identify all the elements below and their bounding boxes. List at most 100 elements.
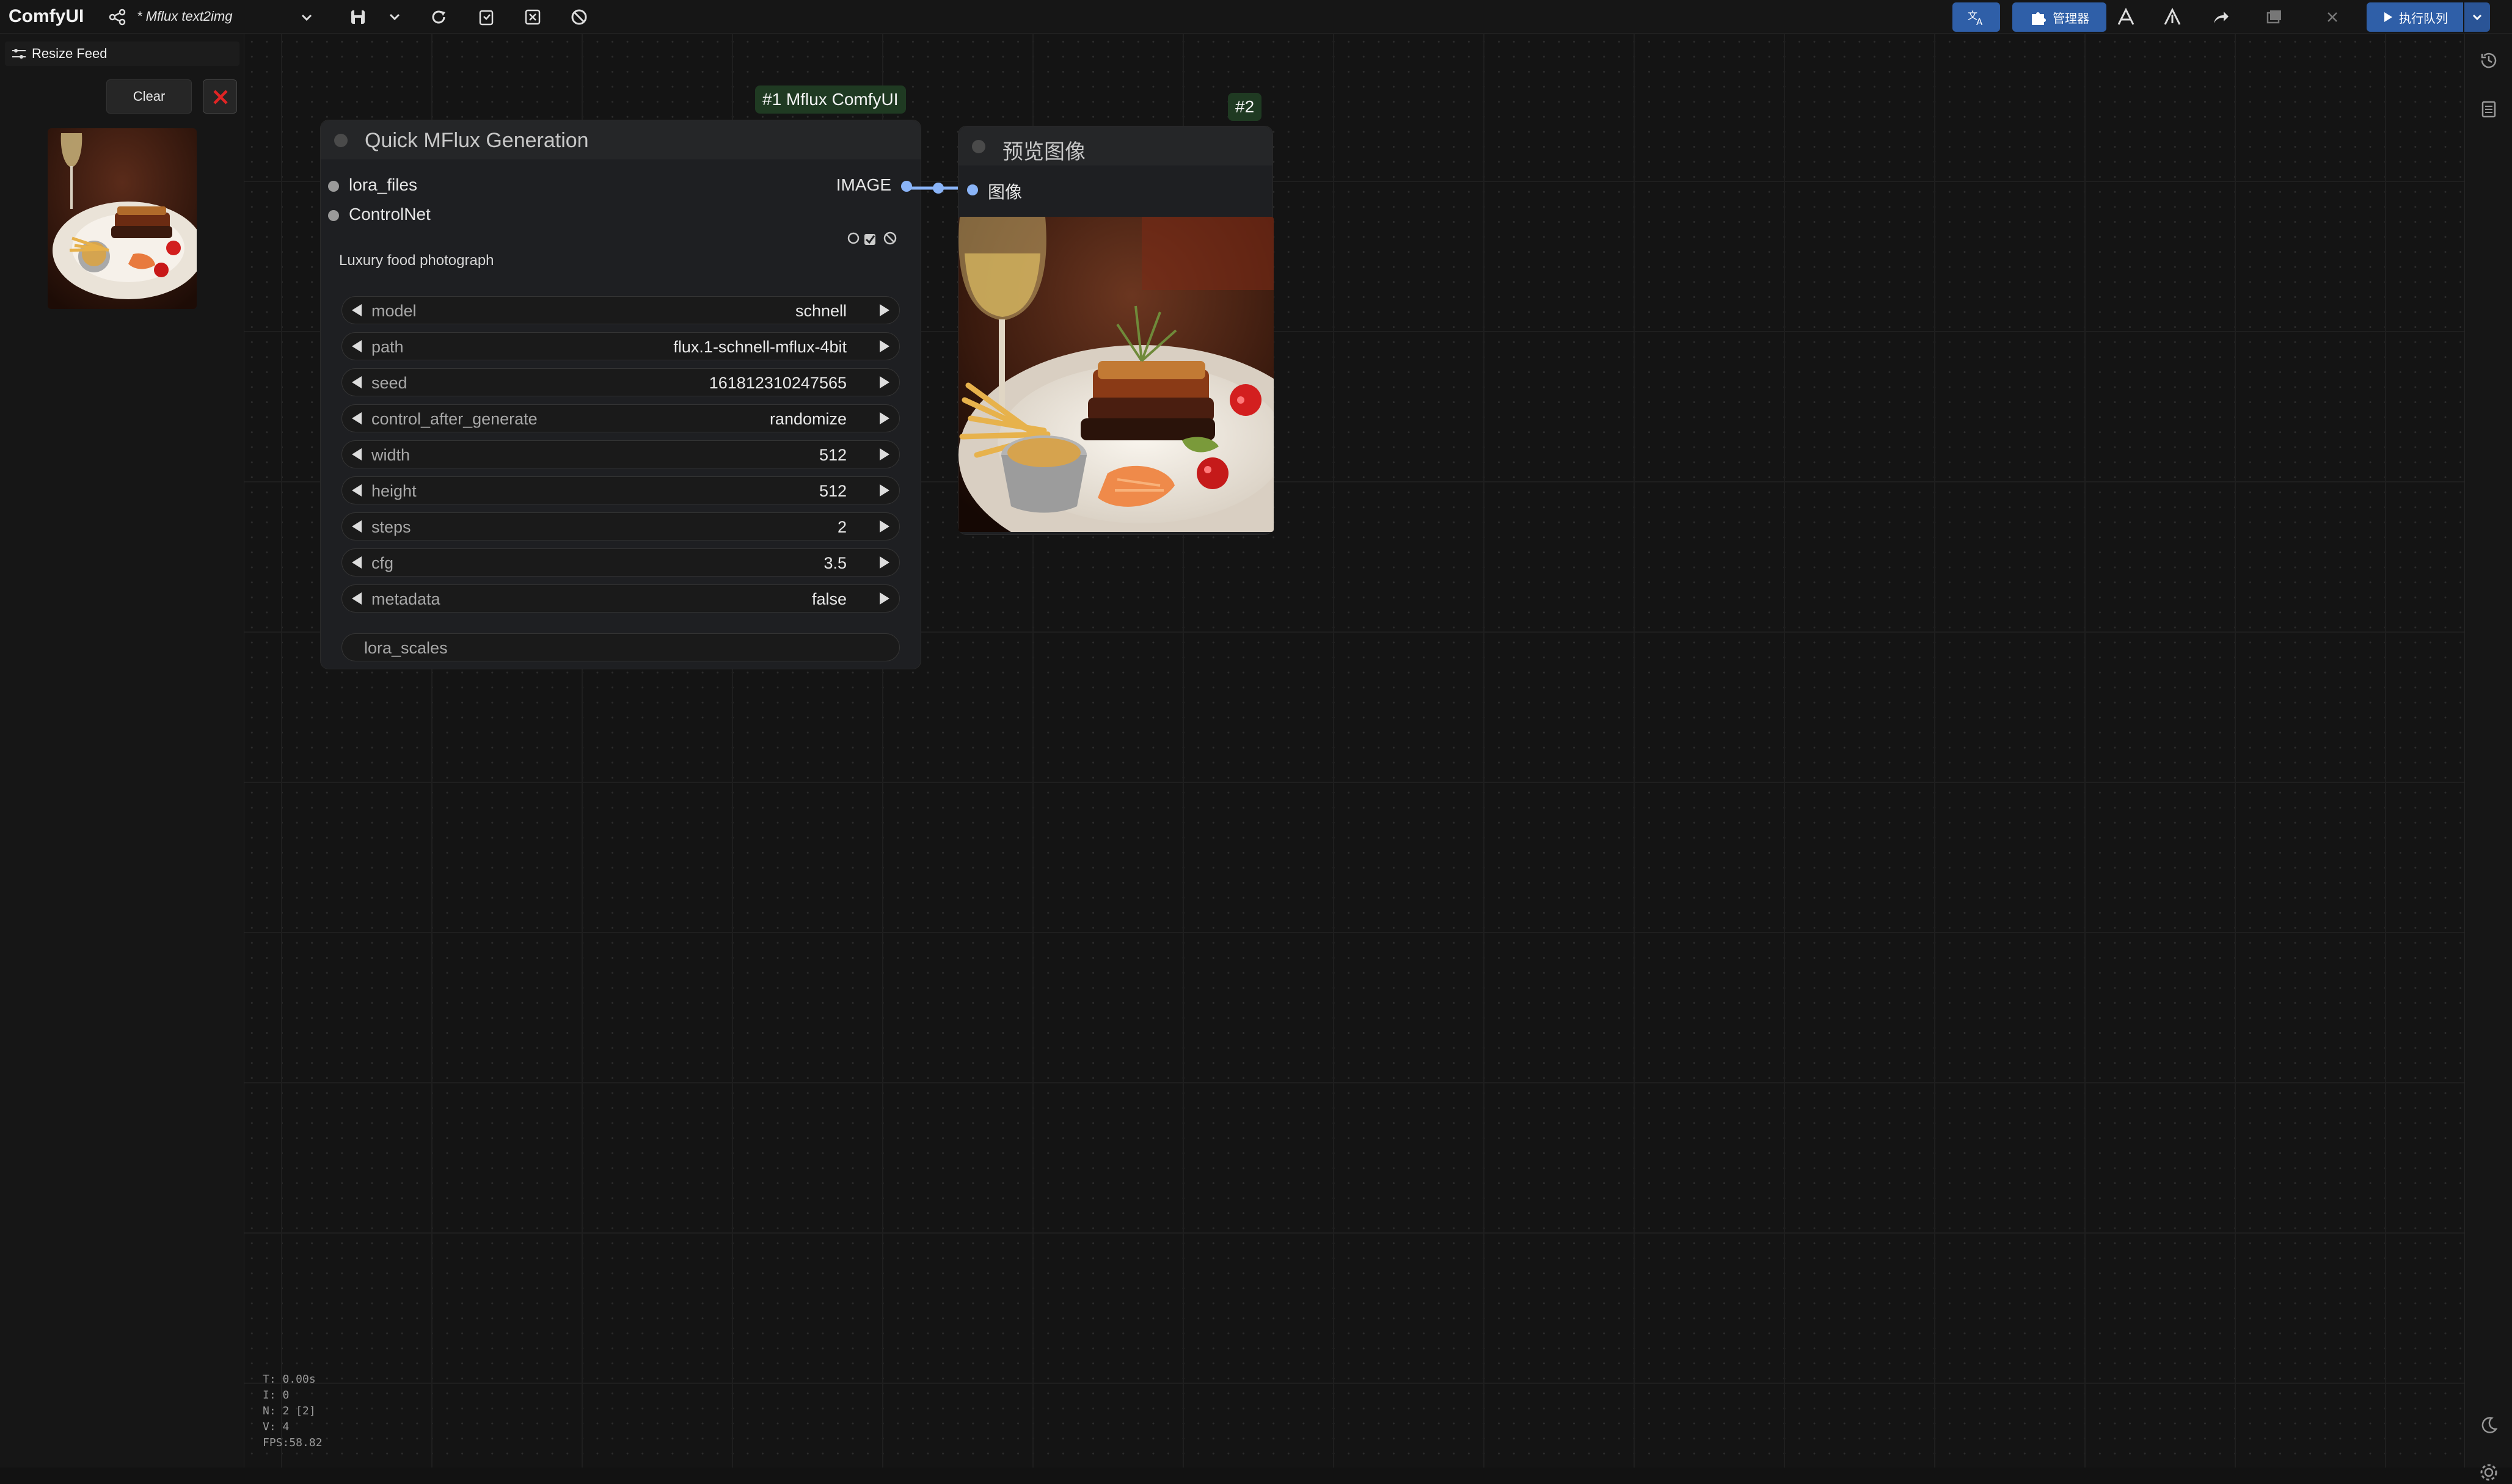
preview-image-node[interactable]: 预览图像 图像	[958, 126, 1274, 535]
food-photo	[958, 217, 1274, 532]
node-header[interactable]: 预览图像	[958, 126, 1272, 165]
stat-fps: FPS:58.82	[263, 1436, 323, 1449]
widget-cfg[interactable]: cfg 3.5	[341, 548, 900, 577]
node-2-badge: #2	[1228, 93, 1262, 121]
input-label-lora-files: lora_files	[349, 175, 418, 194]
increment-arrow-icon[interactable]	[876, 374, 892, 390]
feed-title: Resize Feed	[32, 46, 108, 61]
feed-thumbnail[interactable]	[48, 128, 197, 309]
decrement-arrow-icon[interactable]	[349, 482, 365, 498]
moon-icon[interactable]	[2477, 1413, 2500, 1436]
history-icon[interactable]	[2477, 49, 2500, 72]
sliders-icon	[12, 49, 26, 59]
quick-mflux-node[interactable]: Quick MFlux Generation lora_files Contro…	[320, 120, 921, 669]
settings-gear-icon[interactable]	[2477, 1461, 2500, 1484]
chevron-down-icon	[2472, 14, 2482, 21]
widget-steps[interactable]: steps 2	[341, 512, 900, 540]
decrement-arrow-icon[interactable]	[349, 555, 365, 570]
node-1-badge: #1 Mflux ComfyUI	[755, 85, 906, 114]
play-icon	[2384, 12, 2392, 22]
node-title: Quick MFlux Generation	[365, 129, 589, 152]
widget-control-after-generate[interactable]: control_after_generate randomize	[341, 404, 900, 432]
decrement-arrow-icon[interactable]	[349, 410, 365, 426]
input-slot-image[interactable]	[967, 184, 978, 195]
node-toggle-icons[interactable]	[846, 228, 905, 249]
load-clipboard-icon[interactable]	[475, 6, 497, 28]
widget-label: lora_scales	[364, 639, 448, 657]
node-title: 预览图像	[1002, 140, 1086, 164]
share-arrow-icon[interactable]	[2209, 6, 2231, 28]
increment-arrow-icon[interactable]	[876, 482, 892, 498]
translate-button[interactable]: 文 A	[1952, 2, 2000, 32]
widget-metadata[interactable]: metadata false	[341, 584, 900, 613]
input-slot-lora-files[interactable]	[328, 181, 339, 192]
output-label-image: IMAGE	[836, 175, 891, 194]
input-label-controlnet: ControlNet	[349, 205, 431, 224]
preview-image[interactable]	[958, 217, 1274, 532]
svg-text:A: A	[1976, 16, 1983, 27]
queue-options-button[interactable]	[2464, 2, 2490, 32]
increment-arrow-icon[interactable]	[876, 338, 892, 354]
widget-value: 3.5	[823, 554, 847, 572]
canvas-stats: T: 0.00s I: 0 N: 2 [2] V: 4 FPS:58.82	[263, 1372, 323, 1451]
manager-button[interactable]: 管理器	[2012, 2, 2106, 32]
manager-label: 管理器	[2053, 12, 2089, 26]
widget-seed[interactable]: seed 161812310247565	[341, 368, 900, 396]
widget-label: model	[371, 302, 417, 320]
decrement-arrow-icon[interactable]	[349, 446, 365, 462]
widget-path[interactable]: path flux.1-schnell-mflux-4bit	[341, 332, 900, 360]
widget-width[interactable]: width 512	[341, 440, 900, 468]
widget-label: control_after_generate	[371, 410, 538, 428]
window-icon[interactable]	[2263, 6, 2285, 28]
fit-view-icon[interactable]	[522, 6, 544, 28]
top-bar: ComfyUI * Mflux text2img 文 A 管理器 执行队列	[0, 0, 2512, 34]
stat-iterations: I: 0	[263, 1389, 290, 1402]
collapse-dot[interactable]	[334, 134, 348, 147]
lora-scales-input[interactable]: lora_scales	[341, 633, 900, 661]
decrement-arrow-icon[interactable]	[349, 374, 365, 390]
widget-value: 512	[819, 446, 847, 464]
app-logo[interactable]: ComfyUI	[9, 6, 84, 27]
stat-vertices: V: 4	[263, 1420, 290, 1433]
decrement-arrow-icon[interactable]	[349, 302, 365, 318]
chevron-down-icon[interactable]	[384, 6, 406, 28]
increment-arrow-icon[interactable]	[876, 591, 892, 606]
widget-label: width	[371, 446, 411, 464]
feed-header[interactable]: Resize Feed	[5, 42, 239, 66]
cancel-icon[interactable]	[568, 6, 590, 28]
widget-label: cfg	[371, 554, 394, 572]
node-header[interactable]: Quick MFlux Generation	[321, 120, 921, 159]
queue-button[interactable]: 执行队列	[2367, 2, 2463, 32]
model-upload-icon[interactable]	[2161, 6, 2183, 28]
increment-arrow-icon[interactable]	[876, 410, 892, 426]
prompt-text[interactable]: Luxury food photograph	[339, 252, 494, 269]
widget-height[interactable]: height 512	[341, 476, 900, 504]
clear-button[interactable]: Clear	[106, 79, 192, 114]
close-icon[interactable]	[2321, 6, 2343, 28]
chevron-down-icon[interactable]	[298, 9, 315, 26]
close-feed-button[interactable]	[203, 79, 237, 114]
widget-label: seed	[371, 374, 407, 392]
widget-value: schnell	[795, 302, 847, 320]
share-icon[interactable]	[108, 7, 127, 27]
stat-time: T: 0.00s	[263, 1373, 316, 1386]
increment-arrow-icon[interactable]	[876, 518, 892, 534]
translate-icon: 文 A	[1968, 10, 1983, 27]
input-slot-controlnet[interactable]	[328, 210, 339, 221]
workflow-title[interactable]: * Mflux text2img	[137, 9, 233, 24]
increment-arrow-icon[interactable]	[876, 555, 892, 570]
model-download-icon[interactable]	[2115, 6, 2137, 28]
decrement-arrow-icon[interactable]	[349, 518, 365, 534]
stat-nodes: N: 2 [2]	[263, 1405, 316, 1417]
refresh-icon[interactable]	[428, 6, 450, 28]
queue-list-icon[interactable]	[2477, 98, 2500, 121]
increment-arrow-icon[interactable]	[876, 302, 892, 318]
widget-label: path	[371, 338, 404, 356]
widget-label: metadata	[371, 590, 440, 608]
increment-arrow-icon[interactable]	[876, 446, 892, 462]
decrement-arrow-icon[interactable]	[349, 338, 365, 354]
decrement-arrow-icon[interactable]	[349, 591, 365, 606]
collapse-dot[interactable]	[972, 140, 985, 153]
save-icon[interactable]	[347, 6, 369, 28]
widget-model[interactable]: model schnell	[341, 296, 900, 324]
